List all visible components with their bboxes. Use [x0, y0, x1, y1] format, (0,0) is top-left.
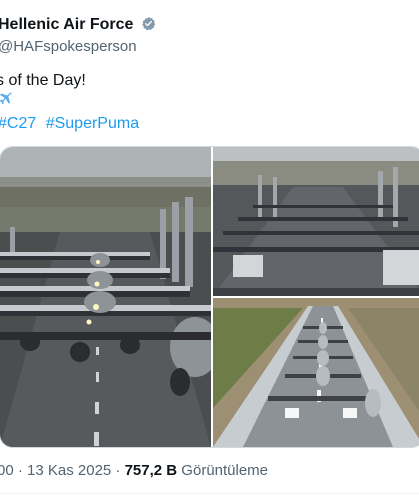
airplane-emoji-icon: [0, 92, 13, 105]
user-handle[interactable]: @HAFspokesperson: [0, 38, 137, 55]
timestamp[interactable]: 00 · 13 Kas 2025 ·: [0, 462, 125, 479]
display-name[interactable]: Hellenic Air Force: [0, 16, 156, 34]
hashtag-link[interactable]: #SuperPuma: [46, 115, 139, 132]
view-count-label: Görüntüleme: [177, 462, 269, 479]
display-name-text[interactable]: Hellenic Air Force: [0, 16, 133, 33]
photo-runway-aerial[interactable]: [213, 298, 419, 447]
tweet-text: s of the Day!: [0, 72, 86, 89]
hashtag-list: #C27 #SuperPuma: [0, 115, 144, 133]
photo-aircraft-row-rear[interactable]: [213, 147, 419, 296]
tweet-metadata: 00 · 13 Kas 2025 · 757,2 B Görüntüleme: [0, 462, 268, 479]
media-grid: [0, 146, 419, 448]
hashtag-link[interactable]: #C27: [0, 115, 36, 132]
divider: [0, 493, 419, 494]
photo-aircraft-elephant-walk[interactable]: [0, 147, 211, 447]
view-count: 757,2 B: [124, 462, 178, 479]
verified-badge-icon: [142, 16, 156, 31]
